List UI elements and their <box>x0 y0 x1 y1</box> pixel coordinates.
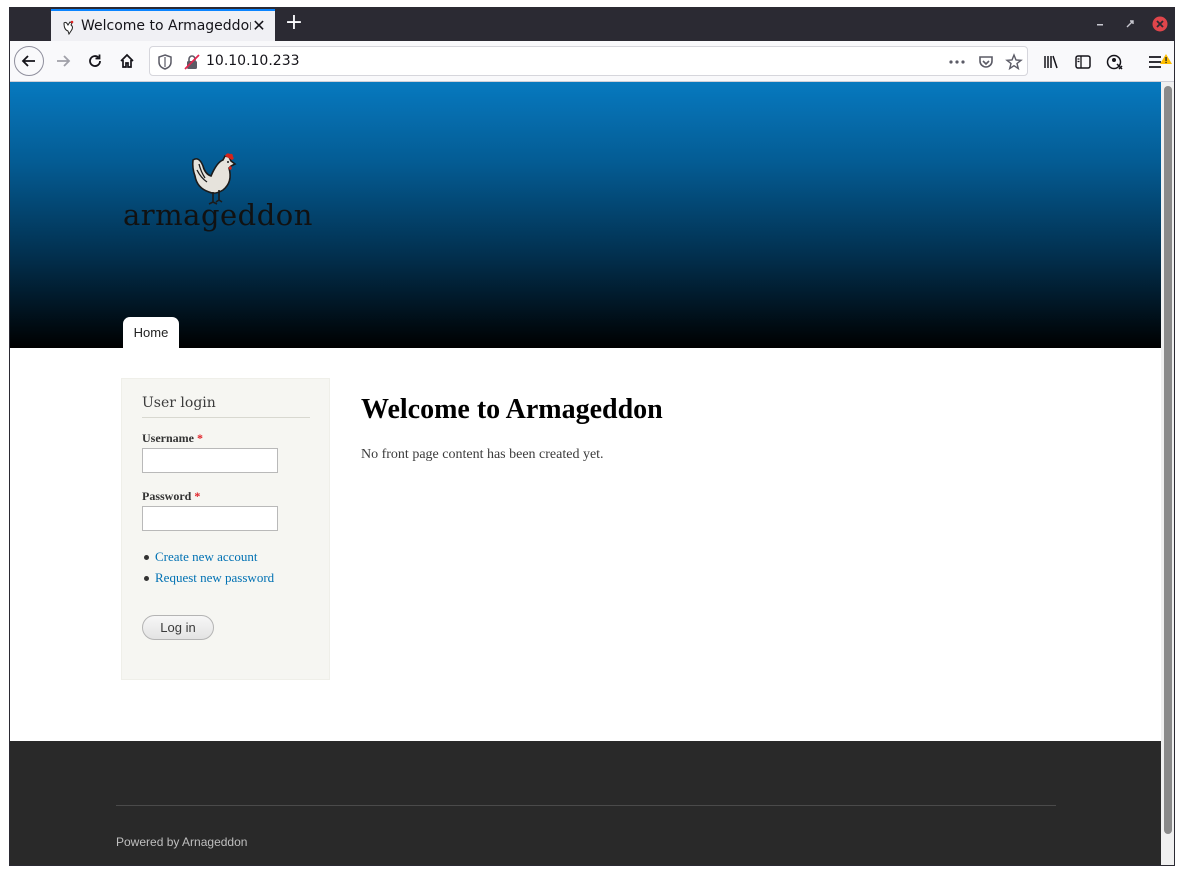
login-button[interactable]: Log in <box>142 615 214 640</box>
account-links: Create new account Request new password <box>142 549 274 591</box>
block-title: User login <box>142 395 310 418</box>
account-icon[interactable] <box>1106 53 1124 71</box>
username-input[interactable] <box>142 448 278 473</box>
username-label: Username * <box>142 431 203 446</box>
pocket-icon[interactable] <box>977 53 995 71</box>
new-tab-icon[interactable]: + <box>282 12 306 36</box>
browser-window: Welcome to Armageddon ✕ + 10.10.10.233 a… <box>9 7 1175 866</box>
insecure-lock-icon[interactable] <box>183 53 201 71</box>
password-label-text: Password <box>142 489 192 503</box>
nav-toolbar: 10.10.10.233 <box>10 41 1174 82</box>
close-window-icon[interactable] <box>1152 16 1168 32</box>
forward-arrow-icon <box>57 55 71 67</box>
rooster-favicon-icon <box>63 20 74 35</box>
menu-icon[interactable] <box>1147 53 1173 71</box>
home-button[interactable] <box>112 46 142 76</box>
tab-close-icon[interactable]: ✕ <box>249 16 269 36</box>
required-marker: * <box>196 431 203 445</box>
request-password-link[interactable]: Request new password <box>142 570 274 591</box>
site-footer: Powered by Arnageddon <box>10 741 1161 865</box>
user-login-block: User login Username * Password * Create … <box>121 378 330 680</box>
back-button[interactable] <box>14 46 44 76</box>
bullet <box>144 555 149 560</box>
tracking-shield-icon[interactable] <box>156 53 174 71</box>
logo-text: armageddon <box>123 198 313 232</box>
library-icon[interactable] <box>1042 53 1060 71</box>
reload-icon <box>89 54 101 67</box>
back-arrow-icon <box>21 55 35 67</box>
footer-divider <box>116 805 1056 806</box>
page-actions-icon[interactable] <box>948 53 966 71</box>
create-account-link-text[interactable]: Create new account <box>155 549 258 564</box>
restore-icon[interactable] <box>1122 16 1138 32</box>
password-label: Password * <box>142 489 200 504</box>
minimize-icon[interactable] <box>1092 16 1108 32</box>
forward-button[interactable] <box>48 46 78 76</box>
sidebar-icon[interactable] <box>1074 53 1092 71</box>
footer-powered-by[interactable]: Powered by Arnageddon <box>116 835 247 849</box>
scrollbar-thumb[interactable] <box>1164 86 1172 834</box>
required-marker: * <box>194 489 201 503</box>
vertical-scrollbar[interactable] <box>1161 82 1174 865</box>
password-input[interactable] <box>142 506 278 531</box>
tab-armageddon[interactable]: Welcome to Armageddon ✕ <box>51 9 275 41</box>
page-title: Welcome to Armageddon <box>361 394 663 425</box>
tab-title: Welcome to Armageddon <box>81 18 251 34</box>
request-password-link-text[interactable]: Request new password <box>155 570 274 585</box>
url-text: 10.10.10.233 <box>206 53 300 69</box>
reload-button[interactable] <box>80 46 110 76</box>
page-viewport: armageddon Home User login Username * Pa… <box>10 82 1161 865</box>
create-account-link[interactable]: Create new account <box>142 549 274 570</box>
tab-strip: Welcome to Armageddon ✕ + <box>10 8 1174 41</box>
url-bar[interactable]: 10.10.10.233 <box>149 46 1028 76</box>
site-header: armageddon Home <box>10 82 1161 348</box>
bullet <box>144 576 149 581</box>
page-body-text: No front page content has been created y… <box>361 447 604 462</box>
site-logo[interactable]: armageddon <box>123 152 313 242</box>
bookmark-star-icon[interactable] <box>1005 53 1023 71</box>
home-icon <box>120 53 134 68</box>
username-label-text: Username <box>142 431 194 445</box>
nav-tab-home[interactable]: Home <box>123 317 179 348</box>
